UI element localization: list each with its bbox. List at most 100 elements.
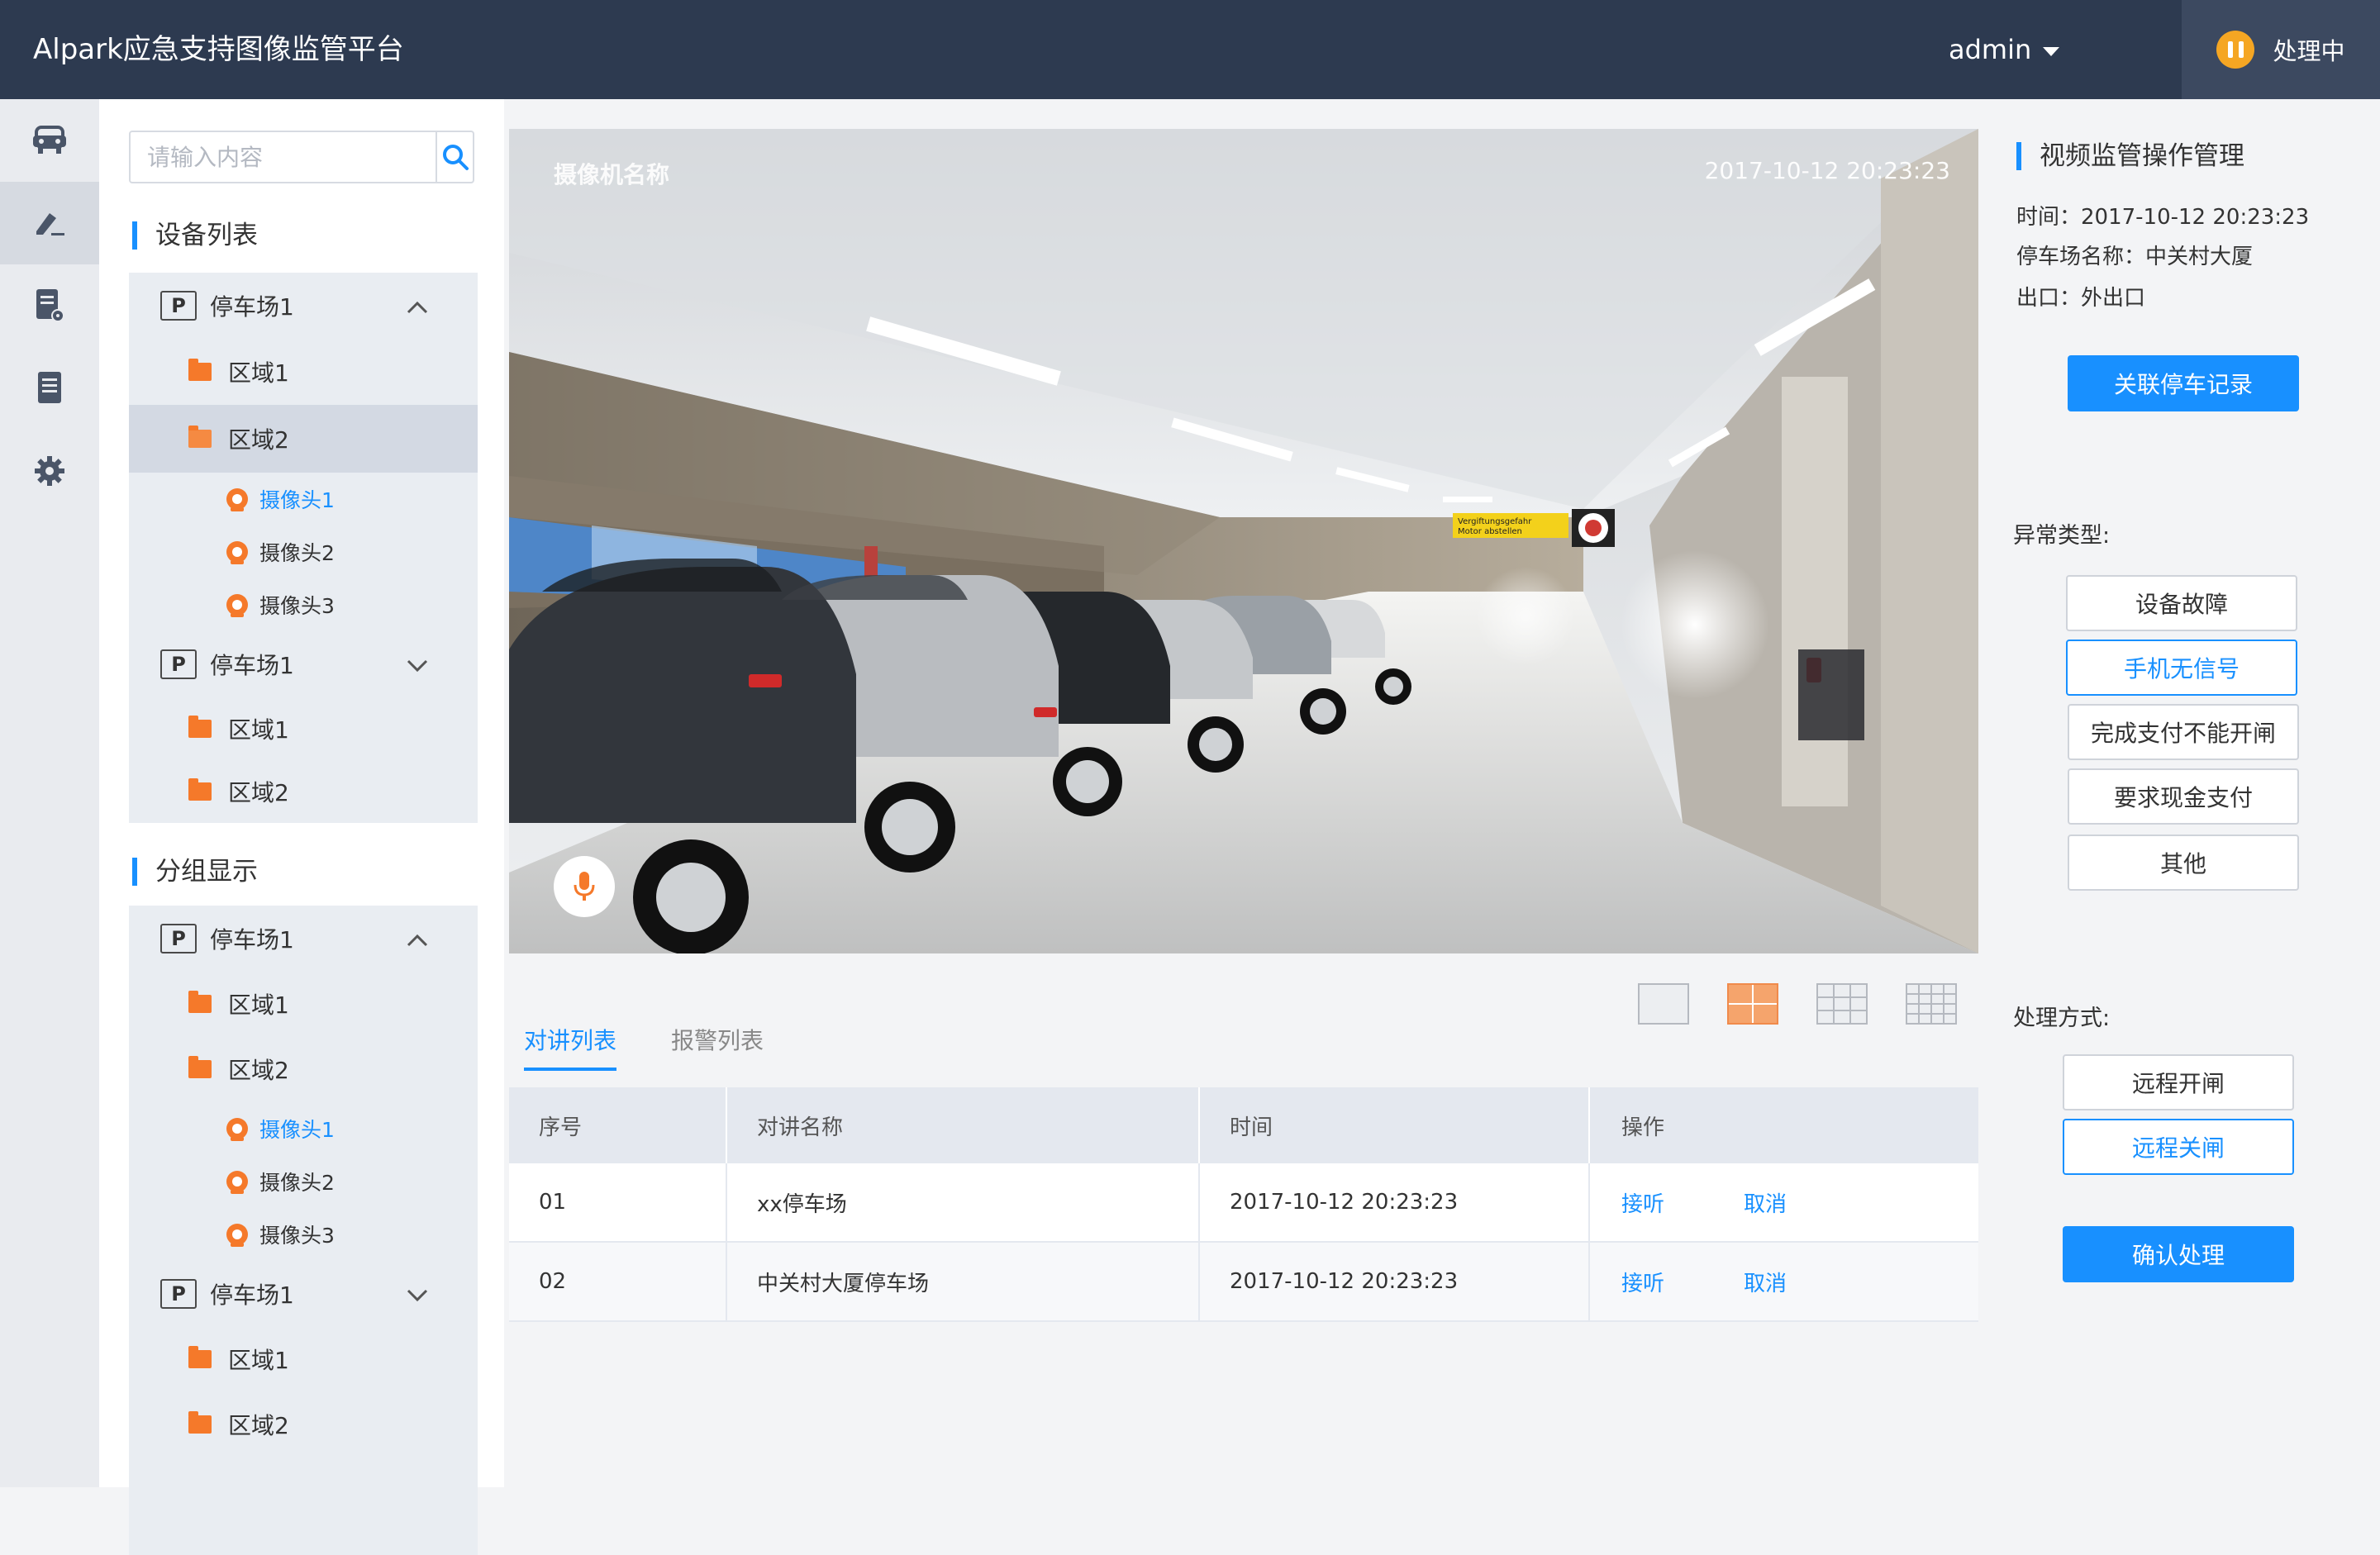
tree-item-parking-lot[interactable]: P 停车场1	[129, 631, 478, 697]
tree-item-camera[interactable]: 摄像头2	[129, 525, 478, 578]
abnormal-no-signal-button[interactable]: 手机无信号	[2066, 640, 2297, 696]
abnormal-other-button[interactable]: 其他	[2068, 835, 2299, 891]
camera-name-label: 摄像机名称	[554, 161, 670, 188]
tab-alarm-list[interactable]: 报警列表	[671, 1023, 764, 1071]
tree-item-camera[interactable]: 摄像头3	[129, 1208, 478, 1261]
nav-settings[interactable]	[0, 430, 99, 512]
layout-3x3-icon[interactable]	[1816, 983, 1868, 1025]
folder-icon	[188, 1056, 212, 1078]
tree-item-label: 区域1	[228, 359, 289, 387]
folder-icon	[188, 991, 212, 1013]
tree-item-area[interactable]: 区域1	[129, 339, 478, 405]
cancel-link[interactable]: 取消	[1744, 1267, 1787, 1297]
nav-monitor[interactable]	[0, 182, 99, 264]
sign-text-1: Vergiftungsgefahr	[1458, 517, 1532, 526]
tree-item-label: 摄像头2	[259, 541, 335, 565]
tree-item-label: 区域1	[228, 1347, 289, 1374]
chevron-down-icon[interactable]	[407, 651, 428, 678]
cell-actions: 接听 取消	[1590, 1163, 1978, 1241]
tree-item-parking-lot[interactable]: P 停车场1	[129, 1261, 478, 1327]
confirm-handle-button[interactable]: 确认处理	[2063, 1226, 2294, 1282]
chevron-up-icon[interactable]	[407, 292, 428, 320]
video-timestamp: 2017-10-12 20:23:23	[1704, 157, 1950, 184]
user-menu[interactable]: admin	[1949, 0, 2060, 99]
tree-item-label: 摄像头2	[259, 1171, 335, 1195]
tree-item-label: 区域1	[228, 716, 289, 744]
tree-item-parking-lot[interactable]: P 停车场1	[129, 273, 478, 339]
tree-item-area[interactable]: 区域1	[129, 972, 478, 1036]
folder-icon	[188, 1346, 212, 1368]
abnormal-paid-no-open-button[interactable]: 完成支付不能开闸	[2068, 704, 2299, 760]
operation-panel: 视频监管操作管理 时间：2017-10-12 20:23:23 停车场名称：中关…	[1983, 99, 2380, 1487]
tree-item-area[interactable]: 区域2	[129, 405, 478, 473]
tree-item-area[interactable]: 区域1	[129, 697, 478, 760]
folder-icon	[188, 1411, 212, 1434]
username: admin	[1949, 34, 2032, 65]
info-exit: 出口：外出口	[2016, 286, 2146, 311]
cell-time: 2017-10-12 20:23:23	[1200, 1163, 1590, 1241]
folder-icon	[188, 716, 212, 738]
device-tree-panel: 设备列表 P停车场1区域1区域2摄像头1摄像头2摄像头3P停车场1区域1区域2 …	[99, 99, 504, 1555]
tree-item-camera[interactable]: 摄像头2	[129, 1155, 478, 1208]
camera-icon	[226, 594, 248, 617]
parking-icon: P	[160, 1279, 197, 1309]
cell-name: 中关村大厦停车场	[727, 1243, 1200, 1320]
tree-item-label: 停车场1	[210, 293, 294, 321]
search-input[interactable]	[131, 132, 436, 182]
tree-item-area[interactable]: 区域2	[129, 760, 478, 823]
remote-open-gate-button[interactable]: 远程开闸	[2063, 1054, 2294, 1110]
cancel-link[interactable]: 取消	[1744, 1187, 1787, 1218]
nav-vehicle[interactable]	[0, 99, 99, 182]
remote-close-gate-button[interactable]: 远程关闸	[2063, 1119, 2294, 1175]
top-header: Alpark应急支持图像监管平台 admin 处理中	[0, 0, 2380, 99]
intercom-table: 序号 对讲名称 时间 操作 01 xx停车场 2017-10-12 20:23:…	[509, 1087, 1978, 1322]
tab-intercom-list[interactable]: 对讲列表	[524, 1023, 617, 1071]
abnormal-device-fault-button[interactable]: 设备故障	[2066, 575, 2297, 631]
tree-item-label: 区域2	[228, 1412, 289, 1439]
tree-item-camera[interactable]: 摄像头3	[129, 578, 478, 631]
group-display-tree: P 停车场1 区域1 区域2 摄像头1 摄像头2 摄像头3 P 停车场1 区域1 区域2	[129, 906, 478, 1555]
microphone-button[interactable]	[554, 856, 615, 917]
tree-item-label: 区域2	[228, 1057, 289, 1084]
list-tabs: 对讲列表 报警列表	[524, 1023, 764, 1071]
tree-item-area[interactable]: 区域2	[129, 1036, 478, 1102]
table-header: 序号 对讲名称 时间 操作	[509, 1087, 1978, 1163]
col-action-header: 操作	[1621, 1115, 1665, 1140]
camera-icon	[226, 1224, 248, 1247]
abnormal-cash-pay-button[interactable]: 要求现金支付	[2068, 768, 2299, 825]
answer-link[interactable]: 接听	[1621, 1187, 1664, 1218]
tree-item-parking-lot[interactable]: P 停车场1	[129, 906, 478, 972]
status-label: 处理中	[2273, 37, 2345, 65]
answer-link[interactable]: 接听	[1621, 1267, 1664, 1297]
folder-open-icon	[188, 426, 212, 448]
device-list-tree: P 停车场1 区域1 区域2 摄像头1 摄像头2 摄像头3 P 停车场1 区域1 区域2	[129, 273, 478, 823]
parking-icon: P	[160, 649, 197, 679]
edit-icon	[36, 213, 64, 235]
tree-item-label: 摄像头1	[259, 488, 335, 512]
cell-actions: 接听 取消	[1590, 1243, 1978, 1320]
nav-reports[interactable]	[0, 347, 99, 430]
col-name-header: 对讲名称	[727, 1087, 1200, 1163]
pause-icon	[2216, 31, 2255, 69]
processing-status[interactable]: 处理中	[2182, 0, 2380, 99]
chevron-down-icon[interactable]	[407, 1281, 428, 1308]
tree-item-area[interactable]: 区域1	[129, 1327, 478, 1391]
folder-icon	[188, 359, 212, 381]
tree-item-camera[interactable]: 摄像头1	[129, 473, 478, 525]
link-parking-record-button[interactable]: 关联停车记录	[2068, 355, 2299, 411]
layout-4x4-icon[interactable]	[1906, 983, 1957, 1025]
group-display-title: 分组显示	[132, 858, 258, 886]
video-feed[interactable]: Vergiftungsgefahr Motor abstellen 摄像机名称 …	[509, 129, 1978, 953]
tree-item-area[interactable]: 区域2	[129, 1391, 478, 1458]
tree-item-camera[interactable]: 摄像头1	[129, 1102, 478, 1155]
info-lot: 停车场名称：中关村大厦	[2016, 245, 2254, 269]
camera-icon	[226, 1118, 248, 1141]
nav-records[interactable]	[0, 264, 99, 347]
layout-2x2-icon[interactable]	[1727, 983, 1778, 1025]
chevron-up-icon[interactable]	[407, 925, 428, 953]
search-button[interactable]	[436, 132, 473, 182]
cell-name: xx停车场	[727, 1163, 1200, 1241]
layout-1x1-icon[interactable]	[1638, 983, 1689, 1025]
table-row: 01 xx停车场 2017-10-12 20:23:23 接听 取消	[509, 1163, 1978, 1243]
side-nav	[0, 99, 99, 1487]
